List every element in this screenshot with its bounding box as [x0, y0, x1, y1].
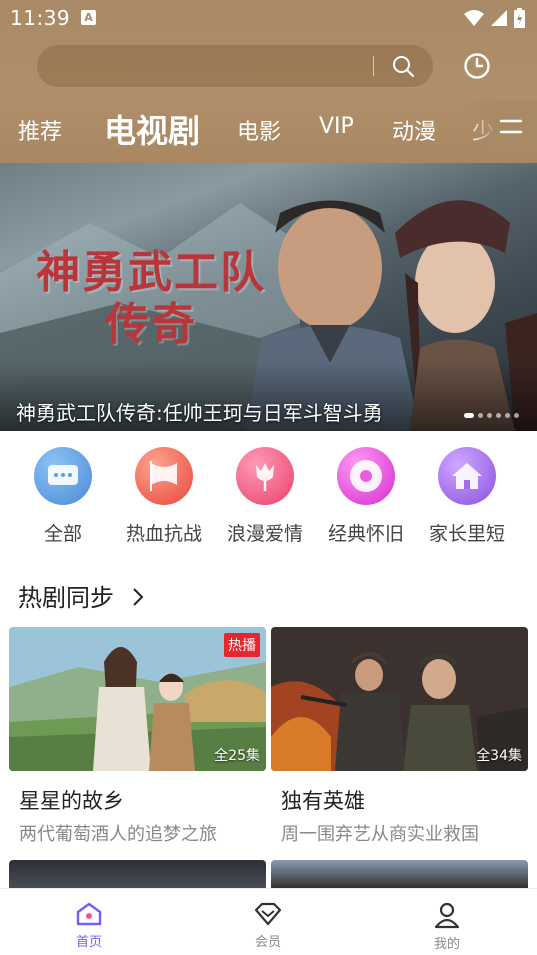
status-time: 11:39 — [10, 6, 71, 30]
top-header: 11:39 A 推荐 电视剧 电影 VIP 动漫 — [0, 0, 537, 163]
tab-vip[interactable]: VIP — [319, 114, 354, 139]
cell-signal-icon — [491, 10, 507, 26]
genre-label: 经典怀旧 — [327, 523, 404, 545]
nav-label: 我的 — [433, 937, 460, 952]
banner-caption: 神勇武工队传奇:任帅王珂与日军斗智斗勇 — [16, 401, 383, 425]
genre-label: 热血抗战 — [125, 523, 202, 545]
status-icons — [464, 8, 525, 28]
chat-dots-icon — [34, 447, 92, 505]
pagination-dot — [496, 413, 501, 418]
pagination-dot — [478, 413, 483, 418]
search-input[interactable] — [55, 53, 355, 79]
pagination-dot — [487, 413, 492, 418]
episode-count: 全25集 — [214, 748, 260, 764]
drama-poster: 热播 全25集 — [9, 627, 266, 771]
battery-icon — [514, 8, 525, 28]
genre-all[interactable]: 全部 — [13, 447, 113, 546]
search-bar[interactable] — [37, 45, 433, 87]
banner-art-title: 神勇武工队 传奇 — [36, 247, 266, 351]
nav-profile[interactable]: 我的 — [402, 901, 492, 952]
house-icon — [438, 447, 496, 505]
genre-shortcuts: 全部 热血抗战 浪漫爱情 经典怀旧 家长里短 — [0, 447, 537, 557]
drama-poster-partial[interactable] — [9, 860, 266, 890]
pagination-dot — [505, 413, 510, 418]
pagination-dot-active — [464, 413, 474, 418]
search-divider — [373, 56, 374, 76]
disc-icon — [337, 447, 395, 505]
nav-label: 会员 — [254, 935, 281, 950]
nav-vip[interactable]: 会员 — [223, 901, 313, 950]
wifi-icon — [464, 10, 484, 26]
flag-icon — [135, 447, 193, 505]
drama-poster-partial[interactable] — [271, 860, 528, 890]
tab-recommend[interactable]: 推荐 — [18, 114, 62, 146]
hero-banner[interactable]: 神勇武工队 传奇 神勇武工队传奇:任帅王珂与日军斗智斗勇 — [0, 163, 537, 431]
drama-subtitle: 周一围弃艺从商实业救国 — [281, 824, 479, 845]
banner-art-title-line1: 神勇武工队 — [36, 247, 266, 298]
history-clock-icon[interactable] — [463, 52, 491, 80]
banner-pagination — [464, 413, 519, 418]
profile-icon — [434, 902, 460, 929]
notification-icon: A — [81, 10, 96, 25]
chevron-right-icon[interactable] — [130, 586, 146, 608]
tab-movies[interactable]: 电影 — [237, 114, 281, 146]
drama-title: 星星的故乡 — [19, 789, 124, 813]
genre-romance[interactable]: 浪漫爱情 — [215, 447, 315, 546]
drama-subtitle: 两代葡萄酒人的追梦之旅 — [19, 824, 217, 845]
pagination-dot — [514, 413, 519, 418]
drama-title: 独有英雄 — [281, 789, 365, 813]
tabs-menu-icon[interactable] — [499, 118, 523, 138]
category-tabs: 推荐 电视剧 电影 VIP 动漫 少 — [0, 100, 537, 158]
section-title[interactable]: 热剧同步 — [18, 578, 114, 613]
tab-tv-series[interactable]: 电视剧 — [104, 106, 200, 152]
vip-diamond-icon — [254, 902, 282, 926]
drama-poster: 全34集 — [271, 627, 528, 771]
search-icon[interactable] — [391, 54, 415, 78]
genre-label: 浪漫爱情 — [226, 523, 303, 545]
genre-label: 全部 — [43, 523, 82, 545]
drama-card[interactable]: 全34集 独有英雄 周一围弃艺从商实业救国 — [271, 627, 528, 846]
nav-home[interactable]: 首页 — [44, 901, 134, 950]
episode-count: 全34集 — [476, 748, 522, 764]
genre-war[interactable]: 热血抗战 — [114, 447, 214, 546]
hot-badge: 热播 — [224, 633, 260, 657]
nav-label: 首页 — [75, 935, 102, 950]
banner-art-title-line2: 传奇 — [105, 299, 197, 350]
drama-card[interactable]: 热播 全25集 星星的故乡 两代葡萄酒人的追梦之旅 — [9, 627, 266, 846]
rose-icon — [236, 447, 294, 505]
home-icon — [76, 902, 102, 926]
bottom-navigation: 首页 会员 我的 — [0, 888, 537, 955]
genre-family[interactable]: 家长里短 — [417, 447, 517, 546]
tab-anime[interactable]: 动漫 — [392, 114, 436, 146]
genre-classic[interactable]: 经典怀旧 — [316, 447, 416, 546]
genre-label: 家长里短 — [428, 523, 505, 545]
status-bar: 11:39 A — [0, 0, 537, 36]
